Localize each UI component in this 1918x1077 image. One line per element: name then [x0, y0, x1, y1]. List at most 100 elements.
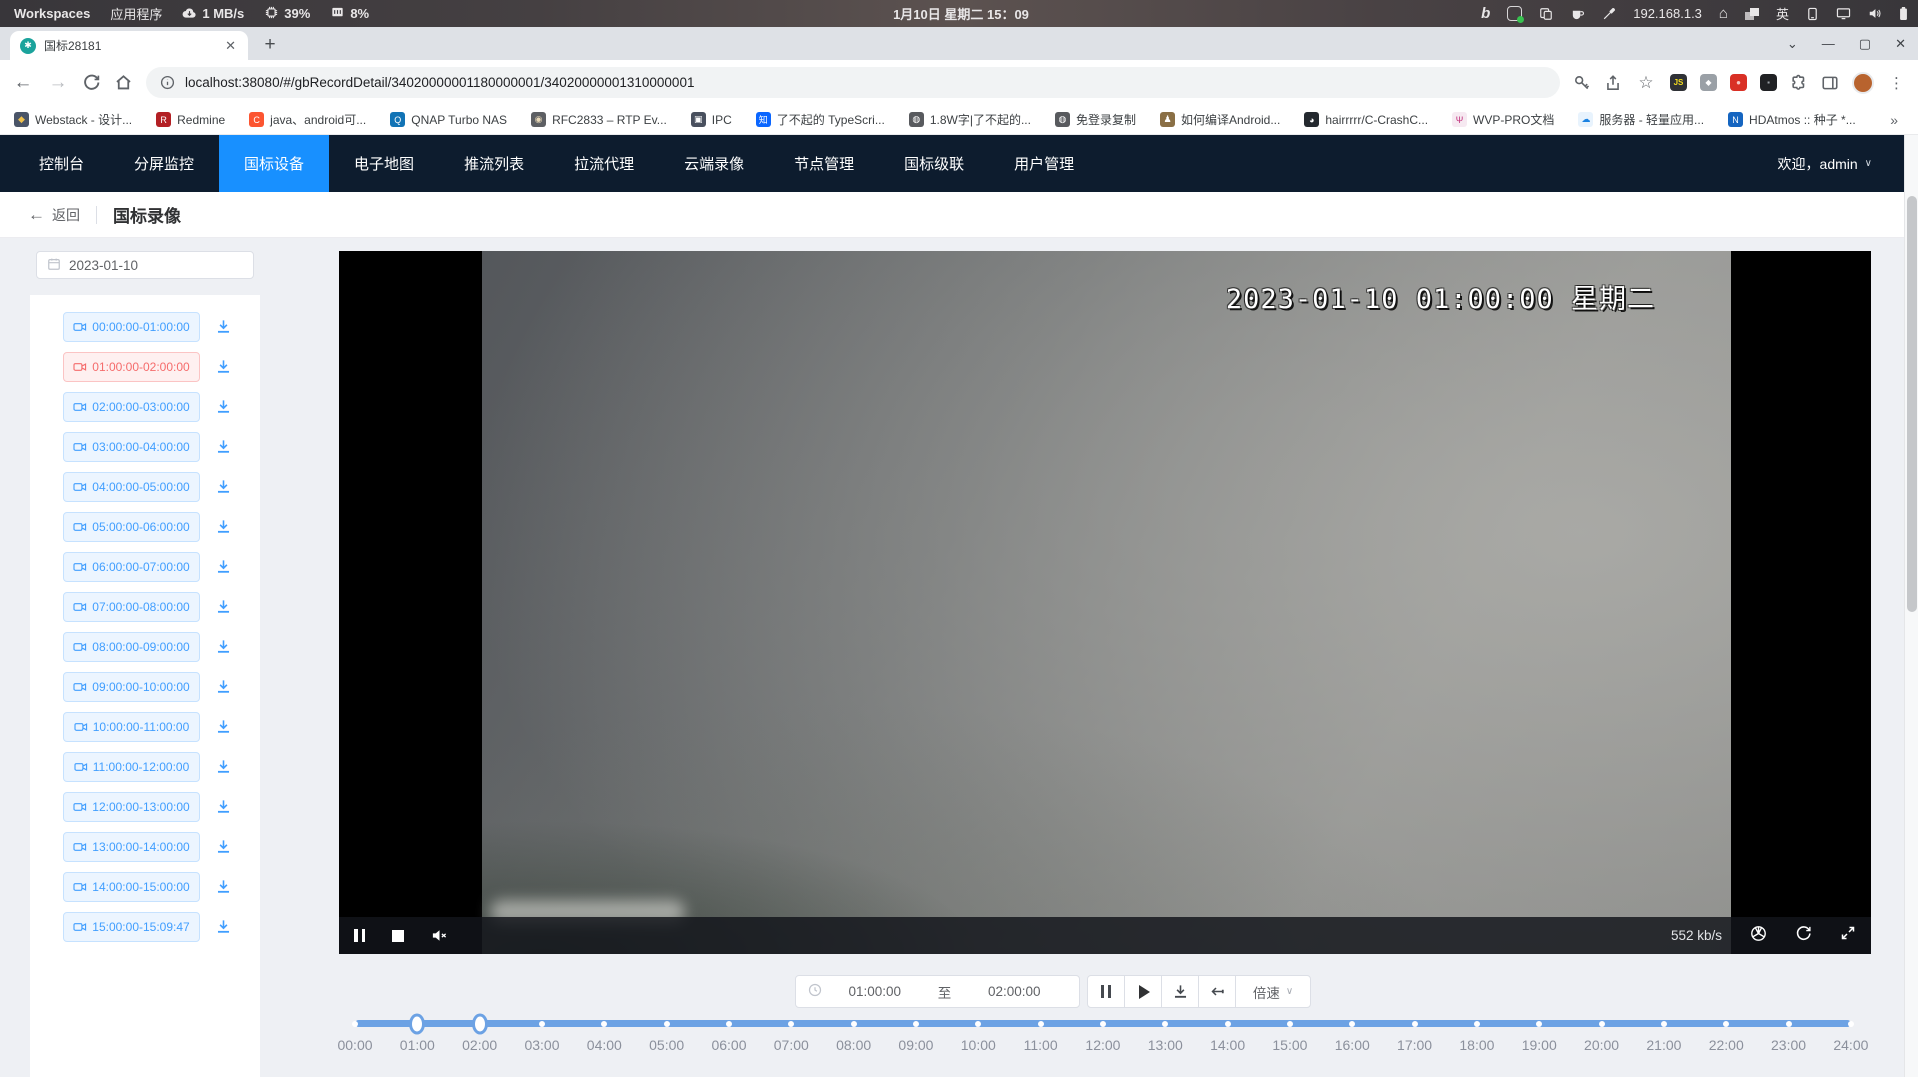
player-refresh-icon[interactable] — [1795, 925, 1812, 947]
coffee-cup-icon[interactable] — [1570, 7, 1585, 21]
volume-icon[interactable] — [1868, 7, 1882, 20]
download-icon[interactable] — [215, 518, 232, 535]
phone-sync-icon[interactable] — [1806, 7, 1819, 21]
clock[interactable]: 1月10日 星期二 15：09 — [893, 4, 1029, 23]
download-icon[interactable] — [215, 318, 232, 335]
download-icon[interactable] — [215, 638, 232, 655]
tab-close-icon[interactable]: ✕ — [223, 38, 238, 54]
bookmark-item[interactable]: ◆ Webstack - 设计... — [14, 111, 132, 128]
tab-search-icon[interactable]: ⌄ — [1787, 36, 1798, 52]
extensions-puzzle-icon[interactable] — [1790, 74, 1808, 92]
page-scrollbar[interactable] — [1904, 135, 1918, 1077]
new-tab-button[interactable]: + — [256, 31, 284, 59]
app-nav-tab[interactable]: 电子地图 — [329, 135, 439, 192]
minimize-icon[interactable]: — — [1822, 36, 1835, 51]
bookmark-item[interactable]: C java、android可... — [249, 111, 366, 128]
recording-segment-button[interactable]: 05:00:00-06:00:00 — [63, 512, 200, 542]
fullscreen-icon[interactable] — [1840, 925, 1856, 946]
browser-tab[interactable]: ✱ 国标28181 ✕ — [10, 31, 248, 60]
site-info-icon[interactable] — [160, 75, 175, 90]
app-nav-tab[interactable]: 国标设备 — [219, 135, 329, 192]
recording-segment-button[interactable]: 02:00:00-03:00:00 — [63, 392, 200, 422]
recording-segment-button[interactable]: 08:00:00-09:00:00 — [63, 632, 200, 662]
recording-segment-button[interactable]: 03:00:00-04:00:00 — [63, 432, 200, 462]
download-icon[interactable] — [215, 878, 232, 895]
download-icon[interactable] — [215, 358, 232, 375]
download-icon[interactable] — [215, 798, 232, 815]
bookmark-item[interactable]: ▣ IPC — [691, 112, 732, 127]
player-stop-icon[interactable] — [392, 930, 404, 942]
address-bar[interactable]: localhost:38080/#/gbRecordDetail/3402000… — [146, 67, 1560, 98]
download-icon[interactable] — [215, 678, 232, 695]
input-method-indicator[interactable]: 英 — [1776, 4, 1789, 23]
recording-segment-button[interactable]: 13:00:00-14:00:00 — [63, 832, 200, 862]
app-nav-tab[interactable]: 国标级联 — [879, 135, 989, 192]
extension-icon[interactable]: ▪ — [1760, 74, 1777, 91]
timeline-end-handle[interactable] — [472, 1013, 488, 1034]
speed-dropdown[interactable]: 倍速 ∨ — [1236, 976, 1310, 1007]
recording-segment-button[interactable]: 09:00:00-10:00:00 — [63, 672, 200, 702]
forward-icon[interactable]: → — [47, 72, 69, 94]
profile-avatar[interactable] — [1852, 72, 1874, 94]
bookmark-item[interactable]: R Redmine — [156, 112, 225, 127]
recording-segment-button[interactable]: 04:00:00-05:00:00 — [63, 472, 200, 502]
bookmark-item[interactable]: ◕ hairrrrr/C-CrashC... — [1304, 112, 1428, 127]
display-icon[interactable] — [1836, 7, 1851, 20]
bookmark-item[interactable]: N HDAtmos :: 种子 *... — [1728, 111, 1856, 128]
back-icon[interactable]: ← — [12, 72, 34, 94]
play-button[interactable] — [1125, 976, 1162, 1007]
app-nav-tab[interactable]: 控制台 — [14, 135, 109, 192]
clipboard-icon[interactable] — [1539, 7, 1553, 21]
cpu-usage-indicator[interactable]: 39% — [264, 5, 310, 23]
window-close-icon[interactable]: ✕ — [1895, 36, 1906, 52]
timeline-start-handle[interactable] — [409, 1013, 425, 1034]
home-icon[interactable]: ⌂ — [1719, 5, 1728, 22]
side-panel-icon[interactable] — [1821, 74, 1839, 92]
app-nav-tab[interactable]: 拉流代理 — [549, 135, 659, 192]
ip-address[interactable]: 192.168.1.3 — [1633, 6, 1702, 21]
bookmark-item[interactable]: ◍ 1.8W字|了不起的... — [909, 111, 1031, 128]
date-picker-input[interactable]: 2023-01-10 — [36, 251, 254, 279]
windows-stack-icon[interactable] — [1745, 8, 1759, 20]
bookmark-star-icon[interactable]: ☆ — [1635, 73, 1657, 93]
end-time-value[interactable]: 02:00:00 — [962, 984, 1068, 999]
download-icon[interactable] — [215, 718, 232, 735]
recording-segment-button[interactable]: 12:00:00-13:00:00 — [63, 792, 200, 822]
memory-usage-indicator[interactable]: 8% — [330, 5, 369, 23]
download-icon[interactable] — [215, 838, 232, 855]
app-notification-icon[interactable] — [1507, 6, 1522, 21]
bookmarks-overflow-icon[interactable]: » — [1884, 112, 1904, 128]
workspaces-button[interactable]: Workspaces — [14, 6, 90, 21]
maximize-icon[interactable]: ▢ — [1859, 36, 1871, 52]
recording-segment-button[interactable]: 14:00:00-15:00:00 — [63, 872, 200, 902]
recording-segment-button[interactable]: 01:00:00-02:00:00 — [63, 352, 200, 382]
download-icon[interactable] — [215, 918, 232, 935]
player-mute-icon[interactable] — [431, 928, 448, 943]
app-nav-tab[interactable]: 云端录像 — [659, 135, 769, 192]
back-button[interactable]: ← 返回 — [28, 205, 80, 225]
timeline-slider-track[interactable] — [355, 1020, 1851, 1027]
pause-button[interactable] — [1088, 976, 1125, 1007]
snapshot-aperture-icon[interactable] — [1750, 925, 1767, 947]
bookmark-item[interactable]: Ψ WVP-PRO文档 — [1452, 111, 1554, 128]
bookmark-item[interactable]: Q QNAP Turbo NAS — [390, 112, 507, 127]
bookmark-item[interactable]: ♟ 如何编译Android... — [1160, 111, 1280, 128]
bookmark-item[interactable]: 知 了不起的 TypeScri... — [756, 111, 885, 128]
extension-icon[interactable]: ● — [1730, 74, 1747, 91]
player-pause-icon[interactable] — [354, 929, 365, 942]
download-icon[interactable] — [215, 438, 232, 455]
download-icon[interactable] — [215, 598, 232, 615]
download-icon[interactable] — [215, 478, 232, 495]
home-button-icon[interactable] — [114, 73, 133, 92]
reload-icon[interactable] — [82, 73, 101, 92]
password-key-icon[interactable] — [1573, 74, 1591, 92]
video-player[interactable]: 2023-01-10 01:00:00 星期二 552 kb/s — [339, 251, 1871, 954]
time-range-picker[interactable]: 01:00:00 至 02:00:00 — [795, 975, 1080, 1008]
network-speed-indicator[interactable]: 1 MB/s — [182, 6, 244, 22]
recording-segment-button[interactable]: 07:00:00-08:00:00 — [63, 592, 200, 622]
download-icon[interactable] — [215, 558, 232, 575]
download-icon[interactable] — [215, 758, 232, 775]
extension-icon[interactable]: ◆ — [1700, 74, 1717, 91]
bookmark-item[interactable]: ☁ 服务器 - 轻量应用... — [1578, 111, 1704, 128]
app-nav-tab[interactable]: 分屏监控 — [109, 135, 219, 192]
